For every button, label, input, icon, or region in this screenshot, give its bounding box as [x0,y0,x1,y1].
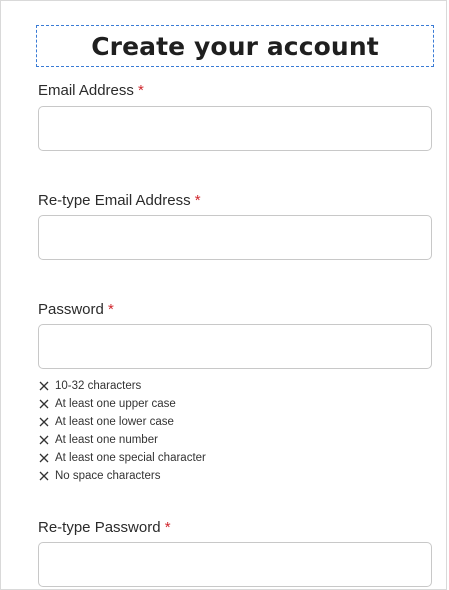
password-label-text: Password [38,301,104,318]
required-marker: * [138,82,144,99]
password-rules-list: 10-32 characters At least one upper case… [39,377,206,485]
close-icon [39,417,49,427]
password-rule: No space characters [39,467,206,485]
password-confirm-label-text: Re-type Password [38,519,161,536]
close-icon [39,471,49,481]
page-title: Create your account [91,31,379,61]
password-confirm-label: Re-type Password * [38,519,171,536]
password-rule-text: No space characters [55,470,161,482]
password-label: Password * [38,301,114,318]
email-confirm-label-text: Re-type Email Address [38,192,191,209]
email-confirm-field[interactable] [38,215,432,260]
password-confirm-field[interactable] [38,542,432,587]
title-box: Create your account [36,25,434,67]
email-field[interactable] [38,106,432,151]
password-rule: At least one number [39,431,206,449]
close-icon [39,399,49,409]
email-confirm-label: Re-type Email Address * [38,192,201,209]
password-rule-text: At least one lower case [55,416,174,428]
email-label-text: Email Address [38,82,134,99]
password-rule: At least one upper case [39,395,206,413]
password-rule-text: At least one upper case [55,398,176,410]
close-icon [39,381,49,391]
required-marker: * [164,519,171,536]
password-rule-text: 10-32 characters [55,380,142,392]
password-rule: At least one lower case [39,413,206,431]
required-marker: * [194,192,201,209]
email-label: Email Address * [38,82,144,99]
close-icon [39,453,49,463]
password-rule: 10-32 characters [39,377,206,395]
signup-form-container: Create your account Email Address * Re-t… [0,0,447,590]
password-rule-text: At least one number [55,434,158,446]
password-field[interactable] [38,324,432,369]
password-rule: At least one special character [39,449,206,467]
required-marker: * [108,301,114,318]
close-icon [39,435,49,445]
password-rule-text: At least one special character [55,452,206,464]
